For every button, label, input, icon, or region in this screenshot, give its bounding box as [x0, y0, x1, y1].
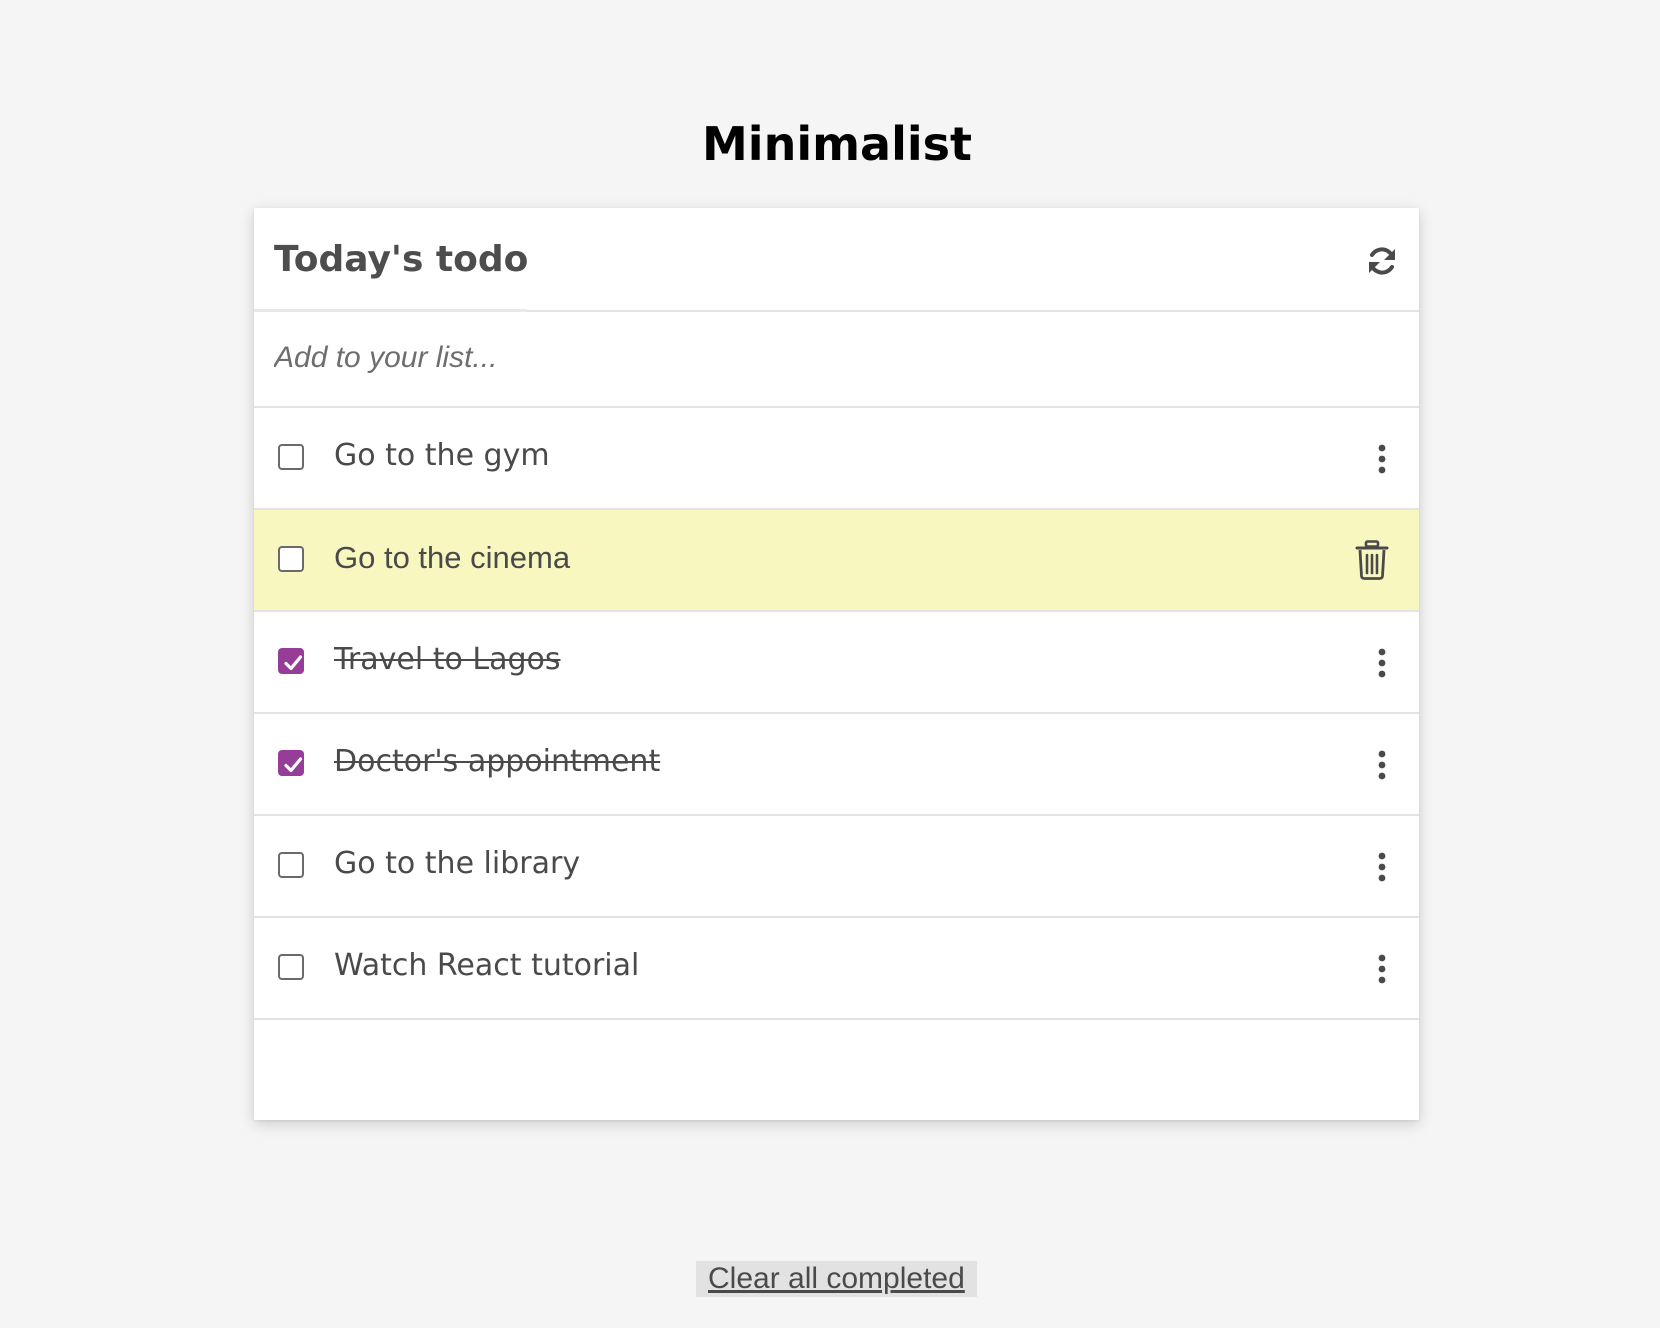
trash-icon[interactable] — [1355, 540, 1389, 580]
more-vertical-icon[interactable] — [1375, 748, 1389, 782]
todo-label: Watch React tutorial — [334, 948, 640, 983]
todo-checkbox[interactable] — [278, 444, 304, 470]
todo-card: Today's todo Go to the gym Go to — [254, 208, 1419, 1328]
todo-item: Watch React tutorial — [254, 918, 1419, 1020]
clear-completed-button[interactable]: Clear all completed — [696, 1261, 977, 1297]
app-title: Minimalist — [702, 117, 972, 171]
card-header: Today's todo — [254, 208, 1419, 312]
todo-checkbox[interactable] — [278, 648, 304, 674]
todo-label: Go to the gym — [334, 438, 550, 473]
todo-checkbox[interactable] — [278, 546, 304, 572]
more-vertical-icon[interactable] — [1375, 952, 1389, 986]
more-vertical-icon[interactable] — [1375, 442, 1389, 476]
todo-item: Doctor's appointment — [254, 714, 1419, 816]
card-footer: Clear all completed — [254, 1230, 1419, 1328]
todo-item: Go to the gym — [254, 408, 1419, 510]
todo-label: Doctor's appointment — [334, 744, 661, 779]
refresh-button[interactable] — [1365, 244, 1399, 278]
todo-checkbox[interactable] — [278, 750, 304, 776]
todo-list: Go to the gym Go to the cinema Travel to… — [254, 408, 1419, 1020]
checkmark-icon — [284, 655, 303, 671]
todo-checkbox[interactable] — [278, 852, 304, 878]
checkmark-icon — [284, 757, 303, 773]
todo-item: Go to the cinema — [254, 510, 1419, 612]
card-title: Today's todo — [274, 239, 529, 280]
refresh-icon — [1369, 247, 1395, 275]
more-vertical-icon[interactable] — [1375, 646, 1389, 680]
more-vertical-icon[interactable] — [1375, 850, 1389, 884]
add-todo-input[interactable] — [274, 334, 1374, 382]
todo-label: Go to the cinema — [334, 540, 571, 575]
todo-item: Travel to Lagos — [254, 612, 1419, 714]
add-row — [254, 312, 1419, 408]
todo-item: Go to the library — [254, 816, 1419, 918]
todo-label: Go to the library — [334, 846, 581, 881]
footer-wrap: Clear all completed — [254, 1230, 1419, 1328]
todo-label: Travel to Lagos — [334, 642, 561, 677]
todo-checkbox[interactable] — [278, 954, 304, 980]
